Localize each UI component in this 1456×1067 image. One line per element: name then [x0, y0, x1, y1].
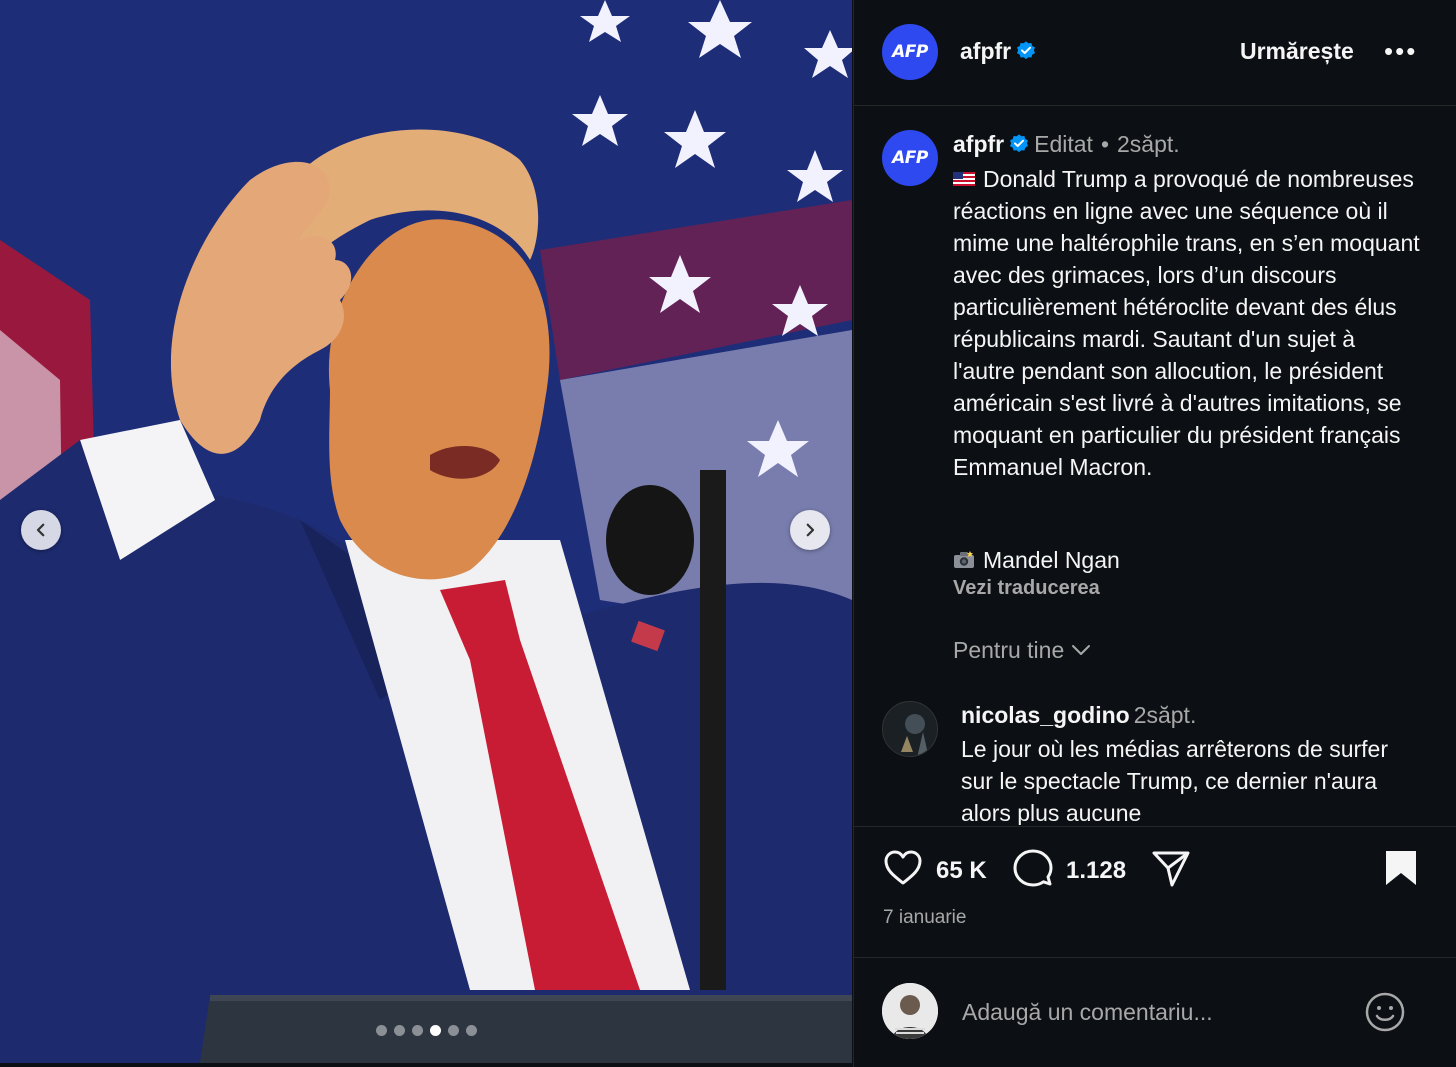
commenter-avatar-image — [883, 702, 937, 756]
comment-icon — [1013, 849, 1053, 887]
carousel-next-button[interactable] — [790, 510, 830, 550]
commenter-avatar[interactable] — [882, 701, 938, 757]
post-media — [0, 0, 852, 1063]
share-icon — [1152, 851, 1190, 887]
caption-time[interactable]: 2săpt. — [1117, 131, 1180, 157]
post-date[interactable]: 7 ianuarie — [883, 907, 966, 929]
heart-icon — [884, 850, 922, 885]
comments-count[interactable]: 1.128 — [1066, 857, 1126, 885]
post-actions: 65 K 1.128 7 ianuarie — [854, 826, 1456, 1066]
photo-credit: Mandel Ngan — [953, 547, 1120, 574]
author-avatar[interactable]: AFP — [882, 24, 938, 80]
comment-input[interactable] — [962, 996, 1342, 1028]
like-button[interactable] — [882, 847, 924, 894]
emoji-picker-button[interactable] — [1363, 990, 1407, 1034]
commenter-username[interactable]: nicolas_godino — [961, 702, 1130, 728]
carousel-dot — [376, 1025, 387, 1036]
bookmark-icon — [1386, 851, 1416, 885]
comment-header: nicolas_godino 2săpt. — [961, 702, 1196, 729]
verified-icon — [1017, 41, 1036, 60]
share-button[interactable] — [1150, 847, 1192, 894]
comment-text: Le jour où les médias arrêterons de surf… — [961, 736, 1388, 825]
carousel-prev-button[interactable] — [21, 510, 61, 550]
current-user-avatar[interactable] — [882, 983, 938, 1039]
save-button[interactable] — [1380, 847, 1422, 894]
comment-sort-label: Pentru tine — [953, 637, 1065, 663]
comment-button[interactable] — [1012, 847, 1054, 894]
carousel-dot — [412, 1025, 423, 1036]
carousel-dot — [394, 1025, 405, 1036]
us-flag-icon — [953, 172, 975, 186]
camera-icon — [954, 551, 974, 568]
comment-sort-dropdown[interactable]: Pentru tine — [953, 637, 1092, 664]
chevron-down-icon — [1072, 645, 1091, 655]
caption-author-avatar[interactable]: AFP — [882, 130, 938, 186]
see-translation-link[interactable]: Vezi traducerea — [953, 577, 1100, 600]
post-photo — [0, 0, 852, 1063]
author-username-text[interactable]: afpfr — [960, 38, 1011, 64]
likes-count[interactable]: 65 K — [936, 857, 987, 885]
caption-text: Donald Trump a provoqué de nombreuses ré… — [953, 163, 1423, 483]
chevron-right-icon — [806, 523, 815, 537]
emoji-icon — [1365, 992, 1405, 1032]
current-user-avatar-image — [882, 983, 938, 1039]
author-username[interactable]: afpfr — [960, 38, 1037, 65]
chevron-left-icon — [36, 523, 45, 537]
post-header: AFP afpfr Urmărește ••• — [854, 0, 1456, 106]
more-options-button[interactable]: ••• — [1384, 36, 1417, 67]
caption-header: afpfr Editat • 2săpt. — [953, 131, 1180, 158]
carousel-dot — [430, 1025, 441, 1036]
comment-time[interactable]: 2săpt. — [1134, 702, 1197, 728]
carousel-indicator — [376, 1025, 477, 1036]
carousel-dot — [466, 1025, 477, 1036]
carousel-dot — [448, 1025, 459, 1036]
separator-dot: • — [1100, 131, 1110, 157]
caption-username[interactable]: afpfr — [953, 131, 1004, 157]
edited-label: Editat — [1034, 131, 1093, 157]
follow-button[interactable]: Urmărește — [1240, 38, 1354, 65]
add-comment-bar — [854, 957, 1456, 1067]
photo-credit-name: Mandel Ngan — [983, 547, 1120, 573]
verified-icon — [1010, 134, 1029, 153]
post-sidebar: AFP afpfr Urmărește ••• AFP afpfr Editat •… — [853, 0, 1456, 1067]
comments-scroll-area[interactable]: AFP afpfr Editat • 2săpt. Donald Trump a pr… — [854, 107, 1456, 825]
caption-body: Donald Trump a provoqué de nombreuses ré… — [953, 166, 1420, 480]
